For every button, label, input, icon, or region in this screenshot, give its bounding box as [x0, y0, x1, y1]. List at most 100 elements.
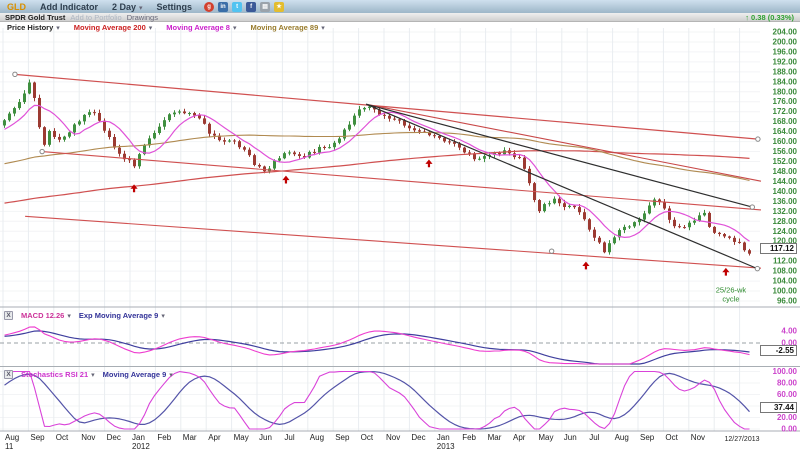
axis-tick-label: 104.00 — [773, 277, 798, 286]
drawing-handle[interactable] — [756, 137, 760, 141]
time-axis-label: Dec — [411, 433, 425, 442]
axis-tick-label: 176.00 — [773, 97, 798, 106]
time-axis-label: Jun — [259, 433, 272, 442]
time-axis-label: May — [538, 433, 553, 442]
axis-tick-label: 4.00 — [781, 327, 797, 336]
symbol-subheader: SPDR Gold Trust Add to Portfolio Drawing… — [0, 13, 800, 22]
print-icon[interactable]: ▤ — [260, 2, 270, 12]
time-axis-label: Feb — [462, 433, 476, 442]
price-change-badge: ↑ 0.38 (0.33%) — [745, 13, 794, 22]
time-axis-label: Aug — [5, 433, 19, 442]
time-axis-label: Jan — [132, 433, 145, 442]
axis-tick-label: 152.00 — [773, 157, 798, 166]
time-axis-label: Jul — [284, 433, 294, 442]
time-axis-label: Mar — [488, 433, 502, 442]
time-axis-label: Feb — [157, 433, 171, 442]
time-axis-label: Nov — [81, 433, 95, 442]
time-axis-label: Oct — [361, 433, 374, 442]
time-axis-label: Jul — [589, 433, 599, 442]
axis-tick-label: 164.00 — [773, 127, 798, 136]
axis-tick-label: 160.00 — [773, 137, 798, 146]
stoch-panel-legend: X Stochastics RSI 21 Moving Average 9 — [4, 370, 173, 379]
axis-tick-label: 172.00 — [773, 107, 798, 116]
axis-tick-label: 168.00 — [773, 117, 798, 126]
linkedin-icon[interactable]: in — [218, 2, 228, 12]
axis-tick-label: 148.00 — [773, 167, 798, 176]
stoch-ma-dropdown[interactable]: Moving Average 9 — [103, 370, 173, 379]
add-to-portfolio-link[interactable]: Add to Portfolio — [70, 13, 121, 22]
axis-tick-label: 192.00 — [773, 57, 798, 66]
axis-tick-label: 180.00 — [773, 87, 798, 96]
axis-tick-label: 140.00 — [773, 187, 798, 196]
drawings-menu[interactable]: Drawings — [127, 13, 158, 22]
instrument-title: SPDR Gold Trust — [5, 13, 65, 22]
settings-button[interactable]: Settings — [157, 2, 193, 12]
stoch-close-button[interactable]: X — [4, 370, 13, 379]
up-arrow-icon: ↑ — [745, 13, 749, 22]
macd-panel-legend: X MACD 12.26 Exp Moving Average 9 — [4, 311, 165, 320]
drawing-handle[interactable] — [549, 249, 553, 253]
axis-tick-label: 196.00 — [773, 47, 798, 56]
ma200-dropdown[interactable]: Moving Average 200 — [74, 23, 153, 32]
time-axis-label: Dec — [107, 433, 121, 442]
axis-tick-label: 108.00 — [773, 267, 798, 276]
symbol-label[interactable]: GLD — [7, 2, 26, 12]
facebook-icon[interactable]: f — [246, 2, 256, 12]
cycle-annotation: cycle — [722, 294, 739, 303]
axis-tick-label: 136.00 — [773, 197, 798, 206]
axis-tick-label: 188.00 — [773, 67, 798, 76]
twitter-icon[interactable]: t — [232, 2, 242, 12]
drawing-handle[interactable] — [755, 266, 759, 270]
time-axis-label: Apr — [208, 433, 221, 442]
last-price-box: 117.12 — [760, 243, 797, 254]
macd-signal-dropdown[interactable]: Exp Moving Average 9 — [79, 311, 165, 320]
time-axis-label: Nov — [386, 433, 400, 442]
axis-tick-label: 204.00 — [773, 28, 798, 37]
axis-tick-label: 100.00 — [773, 367, 798, 376]
stoch-dropdown[interactable]: Stochastics RSI 21 — [21, 370, 95, 379]
drawing-handle[interactable] — [40, 149, 44, 153]
time-axis-year: 2013 — [437, 442, 455, 451]
axis-tick-label: 80.00 — [777, 379, 798, 388]
axis-tick-label: 100.00 — [773, 287, 798, 296]
macd-value-box: -2.55 — [760, 345, 797, 356]
axis-tick-label: 144.00 — [773, 177, 798, 186]
drawing-handle[interactable] — [13, 72, 17, 76]
macd-close-button[interactable]: X — [4, 311, 13, 320]
time-axis-label: Sep — [30, 433, 45, 442]
axis-tick-label: 132.00 — [773, 207, 798, 216]
macd-dropdown[interactable]: MACD 12.26 — [21, 311, 71, 320]
time-axis-label: Jan — [437, 433, 450, 442]
chart-canvas[interactable]: 25/26-wkcycle 204.00200.00196.00192.00188… — [0, 0, 800, 453]
axis-tick-label: 96.00 — [777, 296, 798, 305]
axis-tick-label: 156.00 — [773, 147, 798, 156]
time-axis-year: 11 — [5, 442, 14, 451]
time-axis-year: 2012 — [132, 442, 150, 451]
time-axis-label: May — [234, 433, 249, 442]
share-icon[interactable]: ★ — [274, 2, 284, 12]
cycle-annotation: 25/26-wk — [716, 285, 747, 294]
time-axis-label: Nov — [691, 433, 705, 442]
price-history-dropdown[interactable]: Price History — [7, 23, 60, 32]
time-axis-label: Oct — [56, 433, 69, 442]
drawing-handle[interactable] — [750, 205, 754, 209]
axis-tick-label: 184.00 — [773, 77, 798, 86]
time-axis-label: Mar — [183, 433, 197, 442]
add-indicator-button[interactable]: Add Indicator — [40, 2, 98, 12]
time-axis-label: Apr — [513, 433, 526, 442]
stoch-value-box: 37.44 — [760, 402, 797, 413]
time-axis-label: Oct — [665, 433, 678, 442]
time-axis-label: Sep — [335, 433, 350, 442]
time-axis-label: Sep — [640, 433, 655, 442]
axis-tick-label: 112.00 — [773, 257, 798, 266]
share-icons: gintf ▤ ★ — [204, 2, 284, 12]
last-date-label: 12/27/2013 — [724, 436, 759, 443]
period-dropdown[interactable]: 2 Day — [112, 2, 143, 12]
ma8-dropdown[interactable]: Moving Average 8 — [166, 23, 236, 32]
ma89-dropdown[interactable]: Moving Average 89 — [250, 23, 324, 32]
axis-tick-label: 20.00 — [777, 413, 798, 422]
time-axis-label: Aug — [310, 433, 324, 442]
axis-tick-label: 124.00 — [773, 227, 798, 236]
google-plus-icon[interactable]: g — [204, 2, 214, 12]
axis-tick-label: 200.00 — [773, 37, 798, 46]
